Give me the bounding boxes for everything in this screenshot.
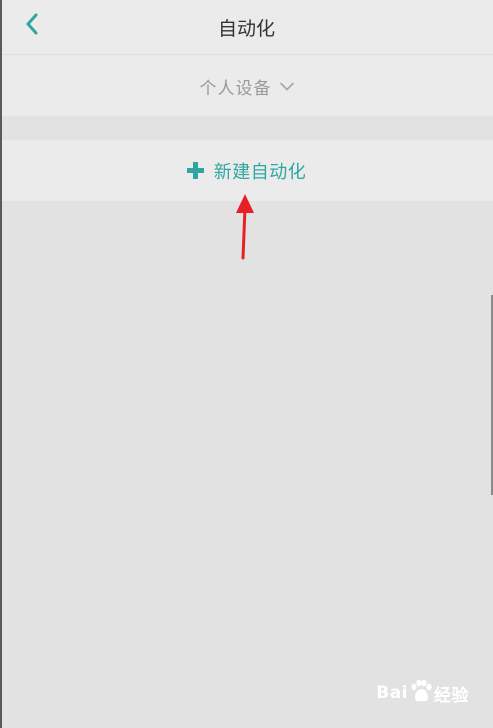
baidu-paw-icon [408,678,434,708]
app-header: 自动化 [0,0,493,54]
device-selector-dropdown[interactable]: 个人设备 [0,74,493,99]
page-title: 自动化 [217,18,275,40]
watermark-brand-right: 经验 [434,685,469,706]
plus-icon [186,162,204,179]
device-selector-label: 个人设备 [199,79,272,99]
watermark-brand-left: Bai [376,683,408,703]
device-filter-bar: 个人设备 [0,55,493,116]
window-left-edge [0,0,2,728]
baidu-jingyan-watermark: Bai 经验 [376,678,469,708]
chevron-down-icon [279,82,294,91]
new-automation-label: 新建自动化 [213,161,307,183]
annotation-arrow-icon [232,192,258,266]
